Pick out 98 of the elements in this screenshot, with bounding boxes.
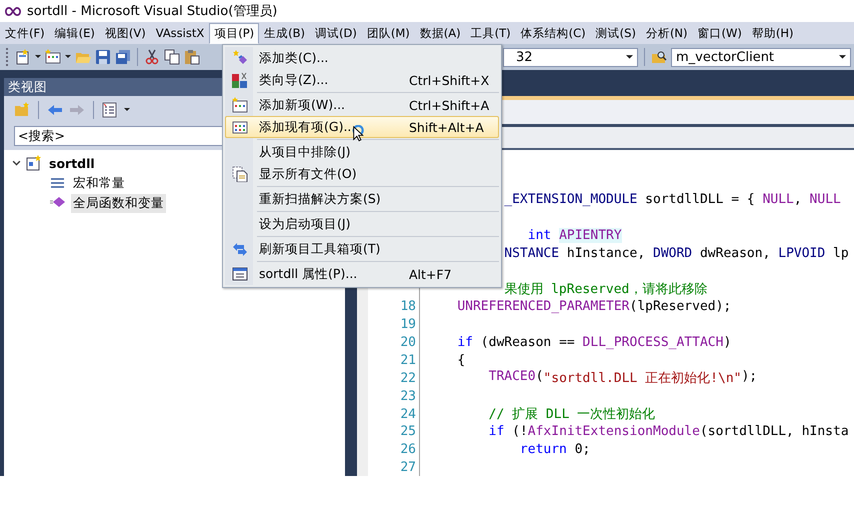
code-text: sortdllDLL = { [645,192,756,208]
code-macro: NULL [810,192,841,208]
code-text: dwReason, [700,246,772,261]
line-number: 27 [400,460,416,476]
code-text: (lpReserved); [630,299,732,314]
code-comment: 果使用 lpReserved，请将此移除 [504,281,708,298]
expand-chevron-icon[interactable] [12,158,21,168]
menu-item[interactable]: 测试(S) [590,22,641,44]
add-item-icon[interactable] [45,49,61,65]
shortcut-label: Shift+Alt+A [409,120,484,134]
code-text: ); [741,369,758,386]
grid-icon [232,119,248,135]
code-macro: DLL_PROCESS_ATTACH [582,335,724,350]
menu-item[interactable]: 编辑(E) [50,22,100,44]
wizard-icon [232,72,248,88]
code-text: , [794,192,803,208]
line-number: 22 [400,370,416,386]
code-text: 0; [574,442,590,458]
app-logo-icon [5,6,21,16]
code-keyword: return [520,442,567,458]
copy-icon[interactable] [164,49,180,65]
code-keyword: if [457,335,473,350]
back-arrow-icon[interactable] [47,102,63,118]
tree-item[interactable]: 宏和常量 [71,174,127,192]
menu-entry[interactable]: 添加现有项(G)... Shift+Alt+A [225,116,499,138]
code-comment: // 扩展 DLL 一次性初始化 [488,406,656,424]
code-type: NSTANCE [504,246,560,261]
tree-item[interactable]: sortdll [47,154,97,172]
dropdown-arrow-icon[interactable] [124,108,130,112]
shortcut-label: Ctrl+Shift+A [409,98,490,112]
code-macro: UNREFERENCED_PARAMETER [457,299,630,314]
menu-item[interactable]: 窗口(W) [692,22,747,44]
shortcut-label: Alt+F7 [409,266,452,282]
menu-item[interactable]: 工具(T) [466,22,516,44]
project-icon [26,155,42,171]
line-number: 18 [400,299,416,314]
shortcut-label: Ctrl+Shift+X [409,72,490,88]
menu-item[interactable]: 分析(N) [640,22,693,44]
documents-icon [232,166,248,182]
code-string: "sortdll.DLL 正在初始化!\n" [543,370,742,388]
cut-icon[interactable] [144,49,160,65]
code-text: ( [536,369,544,386]
line-number: 25 [400,424,416,440]
dropdown-arrow-icon[interactable] [839,54,846,60]
menu-item[interactable]: 数据(A) [414,22,466,44]
refresh-icon [232,241,248,257]
tree-item[interactable]: 全局函数和变量 [71,194,166,212]
code-text: ) [723,335,732,350]
line-number: 23 [400,388,416,404]
line-number: 26 [400,442,416,458]
menu-item[interactable]: 生成(B) [259,22,310,44]
platform-combo[interactable]: 32 [503,48,638,66]
code-text: (! [512,424,528,440]
new-item-icon [232,97,248,113]
properties-icon [232,266,248,282]
dropdown-arrow-icon[interactable] [35,55,41,59]
code-text: lp [833,246,849,261]
menu-item[interactable]: 文件(F) [0,22,50,44]
window-title: sortdll - Microsoft Visual Studio(管理员) [27,3,278,20]
code-type: LPVOID [778,246,826,261]
dropdown-arrow-icon[interactable] [626,54,633,60]
code-macro: NULL [762,192,794,208]
dropdown-arrow-icon[interactable] [65,55,71,59]
code-macro: TRACE0 [488,369,536,386]
code-keyword: if [488,424,504,440]
code-text: (dwReason == [480,335,576,350]
menu-item[interactable]: 调试(D) [310,22,362,44]
startup-combo[interactable]: m_vectorClient [671,48,851,66]
menu-item[interactable]: 项目(P) [209,22,260,44]
line-number: 21 [400,353,416,368]
code-text: hInstance, [566,246,646,261]
menu-entry[interactable]: 显示所有文件(O) [225,163,499,185]
code-text: (sortdllDLL, hInsta [700,424,849,440]
code-type: DWORD [653,246,692,261]
save-all-icon[interactable] [115,49,131,65]
menu-item[interactable]: VAssistX [150,23,210,43]
menu-item[interactable]: 视图(V) [100,22,151,44]
code-macro: AfxInitExtensionModule [528,424,700,440]
code-keyword: int [528,228,552,244]
line-number: 24 [400,406,416,422]
macro-list-icon [50,175,66,191]
code-type: _EXTENSION_MODULE [504,192,638,208]
menu-entry[interactable]: 添加类(C)... [225,47,499,69]
menu-entry[interactable]: 类向导(Z)... Ctrl+Shift+X [225,69,499,91]
menu-item[interactable]: 体系结构(C) [516,22,591,44]
line-number: 19 [400,317,416,332]
paste-icon[interactable] [184,49,200,65]
menu-item[interactable]: 帮助(H) [746,22,798,44]
menu-item[interactable]: 团队(M) [362,22,415,44]
add-class-icon [232,50,248,66]
code-text: { [457,353,466,368]
panel-title: 类视图 [8,78,47,96]
list-settings-icon[interactable] [102,102,118,118]
line-number: 20 [400,335,416,350]
new-project-icon[interactable] [15,49,31,65]
find-in-files-icon[interactable] [651,49,667,65]
code-macro: APIENTRY [559,228,622,244]
save-icon[interactable] [95,49,111,65]
